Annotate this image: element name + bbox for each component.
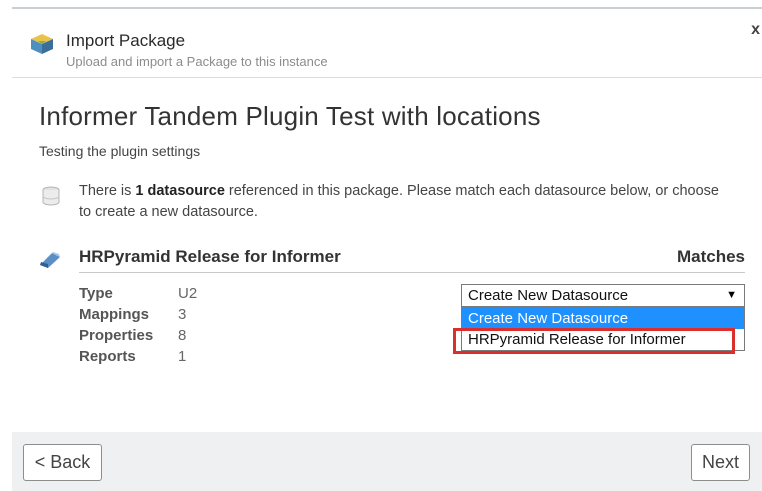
select-value: Create New Datasource [468, 287, 629, 304]
database-icon [42, 186, 60, 206]
property-key: Mappings [79, 306, 149, 323]
datasource-properties: Type U2 Mappings 3 Properties 8 Reports … [79, 283, 197, 367]
datasource-divider [79, 272, 745, 273]
datasource-match-select[interactable]: Create New Datasource ▼ [461, 284, 745, 307]
property-value: 8 [178, 327, 187, 344]
dialog-footer: < Back Next [12, 432, 762, 491]
property-row-properties: Properties 8 [79, 325, 197, 346]
datasource-name: HRPyramid Release for Informer [79, 247, 341, 266]
datasource-info-text: There is 1 datasource referenced in this… [79, 181, 719, 223]
dialog-subtitle: Upload and import a Package to this inst… [66, 54, 328, 69]
dropdown-arrow-icon: ▼ [726, 289, 737, 301]
close-button[interactable]: x [751, 21, 760, 39]
package-icon [31, 34, 53, 54]
back-button[interactable]: < Back [23, 444, 102, 481]
datasource-icon [40, 252, 60, 268]
matches-label: Matches [676, 247, 745, 266]
property-key: Type [79, 285, 113, 302]
info-prefix: There is [79, 183, 136, 199]
property-key: Reports [79, 348, 136, 365]
property-value: U2 [178, 285, 198, 302]
property-row-reports: Reports 1 [79, 346, 197, 367]
property-row-type: Type U2 [79, 283, 197, 304]
next-button[interactable]: Next [691, 444, 750, 481]
property-key: Properties [79, 327, 154, 344]
dropdown-option-hrpyramid[interactable]: HRPyramid Release for Informer [462, 329, 744, 350]
dialog-title: Import Package [66, 31, 186, 50]
dropdown-option-create-new[interactable]: Create New Datasource [462, 308, 744, 329]
property-row-mappings: Mappings 3 [79, 304, 197, 325]
package-title: Informer Tandem Plugin Test with locatio… [39, 101, 541, 131]
property-value: 1 [178, 348, 187, 365]
dialog-header: Import Package Upload and import a Packa… [12, 9, 762, 78]
package-description: Testing the plugin settings [39, 143, 201, 159]
property-value: 3 [178, 306, 187, 323]
datasource-match-dropdown: Create New Datasource HRPyramid Release … [461, 307, 745, 351]
datasource-count: 1 datasource [135, 183, 225, 199]
